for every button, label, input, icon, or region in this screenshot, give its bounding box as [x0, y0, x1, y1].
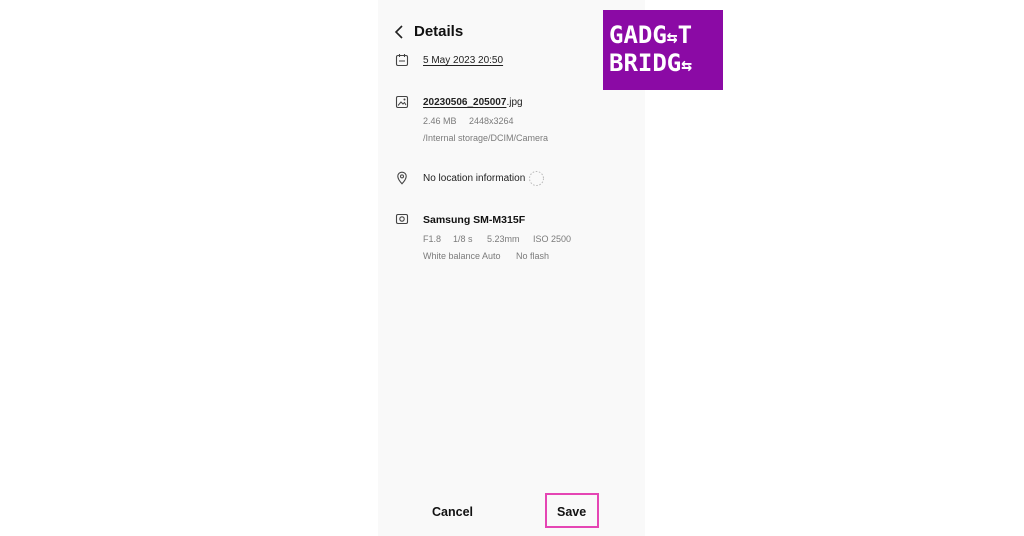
cancel-button[interactable]: Cancel [432, 505, 473, 519]
camera-icon [395, 213, 409, 225]
location-pin-icon [397, 171, 407, 185]
location-text: No location information [423, 173, 526, 184]
camera-flash: No flash [516, 251, 550, 261]
file-resolution: 2448x3264 [469, 116, 514, 126]
file-size: 2.46 MB [423, 116, 457, 126]
file-extension: .jpg [506, 97, 523, 108]
save-button[interactable]: Save [557, 505, 586, 519]
camera-model: Samsung SM-M315F [423, 214, 526, 226]
date-time-link[interactable]: 5 May 2023 20:50 [423, 55, 503, 66]
page-title: Details [414, 23, 464, 40]
file-path: /Internal storage/DCIM/Camera [423, 133, 549, 143]
camera-aperture: F1.8 [423, 234, 442, 244]
file-name-base: 20230506_205007 [423, 97, 507, 108]
logo-line-1: GADG⇆T [609, 21, 693, 49]
gadget-bridge-logo: GADG⇆T BRIDG⇆ [603, 10, 723, 90]
camera-focal-length: 5.23mm [487, 234, 520, 244]
camera-shutter: 1/8 s [453, 234, 473, 244]
file-name[interactable]: 20230506_205007.jpg [423, 97, 523, 108]
back-arrow-icon[interactable] [393, 24, 405, 40]
logo-line-2: BRIDG⇆ [609, 49, 693, 77]
camera-white-balance: White balance Auto [423, 251, 501, 261]
loading-spinner-icon [529, 171, 544, 186]
image-icon [395, 95, 409, 109]
calendar-icon [395, 54, 409, 67]
camera-iso: ISO 2500 [533, 234, 572, 244]
